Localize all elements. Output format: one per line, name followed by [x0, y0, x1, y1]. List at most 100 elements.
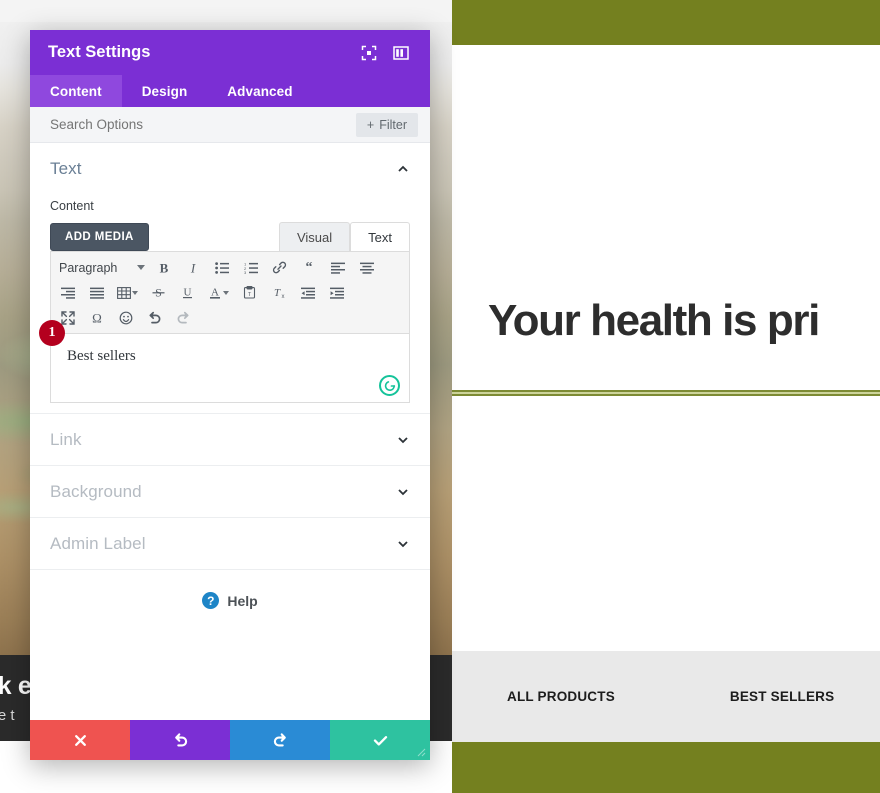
- align-center-icon[interactable]: [352, 256, 381, 280]
- content-field-label: Content: [50, 199, 94, 213]
- link-icon[interactable]: [265, 256, 294, 280]
- underline-icon[interactable]: U: [173, 281, 202, 305]
- svg-text:x: x: [282, 294, 285, 299]
- section-label-link: Link: [50, 429, 82, 449]
- blockquote-icon[interactable]: “: [294, 256, 323, 280]
- search-options-row: + Filter: [30, 107, 430, 143]
- chevron-down-icon: [223, 290, 229, 295]
- product-nav-strip: ALL PRODUCTS BEST SELLERS: [452, 651, 880, 742]
- chevron-down-icon: [398, 436, 408, 443]
- modal-title: Text Settings: [48, 43, 151, 61]
- tab-design[interactable]: Design: [122, 75, 208, 107]
- tinymce-editor: Paragraph B I 1 2 3 “ U A T T x Ω 1 Best…: [39, 251, 410, 403]
- tinymce-toolbar: Paragraph B I 1 2 3 “ U A T T x Ω: [51, 252, 409, 334]
- indent-icon[interactable]: [322, 281, 351, 305]
- modal-body: Text Content ADD MEDIA Visual Text Parag…: [30, 143, 430, 720]
- chevron-down-icon: [132, 290, 138, 295]
- emoji-icon[interactable]: [111, 306, 140, 330]
- undo-button[interactable]: [130, 720, 230, 760]
- outdent-icon[interactable]: [293, 281, 322, 305]
- section-label-text: Text: [50, 159, 82, 178]
- olive-top-bar: [452, 0, 880, 45]
- chevron-up-icon: [398, 165, 408, 172]
- step-badge-1: 1: [39, 320, 65, 346]
- undo-icon[interactable]: [140, 306, 169, 330]
- redo-arrow-icon: [273, 733, 286, 747]
- add-media-button[interactable]: ADD MEDIA: [50, 223, 149, 251]
- tab-advanced[interactable]: Advanced: [207, 75, 312, 107]
- editor-tab-visual[interactable]: Visual: [278, 222, 351, 251]
- cancel-button[interactable]: [30, 720, 130, 760]
- svg-text:“: “: [305, 262, 312, 274]
- resize-grip-icon[interactable]: [414, 745, 426, 757]
- screenshot-root: ck e ove t Your health is pri ALL PRODUC…: [0, 0, 880, 793]
- nav-item-all-products[interactable]: ALL PRODUCTS: [507, 689, 615, 704]
- olive-bottom-bar: [452, 742, 880, 793]
- bold-icon[interactable]: B: [149, 256, 178, 280]
- section-label-admin-label: Admin Label: [50, 533, 146, 553]
- help-row[interactable]: ? Help: [30, 570, 430, 609]
- filter-button[interactable]: + Filter: [355, 112, 418, 137]
- undo-arrow-icon: [174, 733, 187, 747]
- svg-text:B: B: [159, 261, 168, 275]
- special-character-icon[interactable]: Ω: [82, 306, 111, 330]
- grammarly-icon[interactable]: [379, 375, 400, 396]
- redo-icon[interactable]: [169, 306, 198, 330]
- bulleted-list-icon[interactable]: [207, 256, 236, 280]
- chevron-down-icon: [398, 540, 408, 547]
- hero-heading: Your health is pri: [488, 296, 820, 345]
- redo-button[interactable]: [230, 720, 330, 760]
- section-header-link[interactable]: Link: [30, 413, 430, 465]
- filter-button-label: Filter: [379, 117, 407, 132]
- clear-formatting-icon[interactable]: T x: [264, 281, 293, 305]
- checkmark-icon: [373, 735, 387, 746]
- section-label-background: Background: [50, 481, 142, 501]
- svg-text:Ω: Ω: [92, 311, 102, 325]
- section-header-admin-label[interactable]: Admin Label: [30, 517, 430, 569]
- editor-value: Best sellers: [67, 348, 136, 364]
- italic-icon[interactable]: I: [178, 256, 207, 280]
- table-icon[interactable]: [111, 281, 144, 305]
- modal-tab-bar: Content Design Advanced: [30, 75, 430, 107]
- modal-footer: [30, 720, 430, 760]
- focus-mode-icon[interactable]: [358, 42, 380, 64]
- chevron-down-icon: [137, 265, 145, 270]
- search-options-input[interactable]: [50, 117, 356, 132]
- strikethrough-icon[interactable]: S: [144, 281, 173, 305]
- section-header-text[interactable]: Text: [30, 143, 430, 195]
- save-button[interactable]: [330, 720, 430, 760]
- paste-as-text-icon[interactable]: T: [235, 281, 264, 305]
- format-select-label: Paragraph: [59, 260, 118, 275]
- content-field-block: Content ADD MEDIA Visual Text Paragraph: [30, 195, 430, 413]
- help-label: Help: [227, 592, 258, 609]
- olive-divider-rule: [452, 390, 880, 396]
- chevron-down-icon: [398, 488, 408, 495]
- layout-panel-icon[interactable]: [390, 42, 412, 64]
- section-header-background[interactable]: Background: [30, 465, 430, 517]
- toolbar-row-1: Paragraph B I 1 2 3 “: [53, 255, 407, 280]
- svg-text:A: A: [211, 287, 219, 299]
- toolbar-row-2: S U: [53, 280, 407, 305]
- nav-item-best-sellers[interactable]: BEST SELLERS: [730, 689, 834, 704]
- svg-text:U: U: [184, 287, 192, 299]
- numbered-list-icon[interactable]: 1 2 3: [236, 256, 265, 280]
- site-top-strip: [0, 0, 452, 22]
- text-settings-modal: Text Settings Content Design Advanced Se…: [30, 30, 430, 760]
- align-left-icon[interactable]: [323, 256, 352, 280]
- svg-text:I: I: [189, 261, 195, 275]
- tab-content[interactable]: Content: [30, 75, 122, 107]
- format-select[interactable]: Paragraph: [53, 256, 149, 280]
- editor-mode-tabs: Visual Text: [278, 222, 410, 251]
- help-icon: ?: [202, 592, 220, 609]
- close-icon: [74, 734, 86, 746]
- plus-icon: +: [366, 117, 375, 132]
- modal-header: Text Settings: [30, 30, 430, 75]
- toolbar-row-3: Ω: [53, 305, 407, 330]
- text-color-icon[interactable]: A: [202, 281, 235, 305]
- justify-icon[interactable]: [82, 281, 111, 305]
- align-right-icon[interactable]: [53, 281, 82, 305]
- editor-tab-text[interactable]: Text: [350, 222, 410, 251]
- editor-text-area[interactable]: 1 Best sellers: [39, 320, 409, 402]
- hero-section: Your health is pri: [452, 45, 880, 390]
- site-background-right: Your health is pri ALL PRODUCTS BEST SEL…: [452, 0, 880, 793]
